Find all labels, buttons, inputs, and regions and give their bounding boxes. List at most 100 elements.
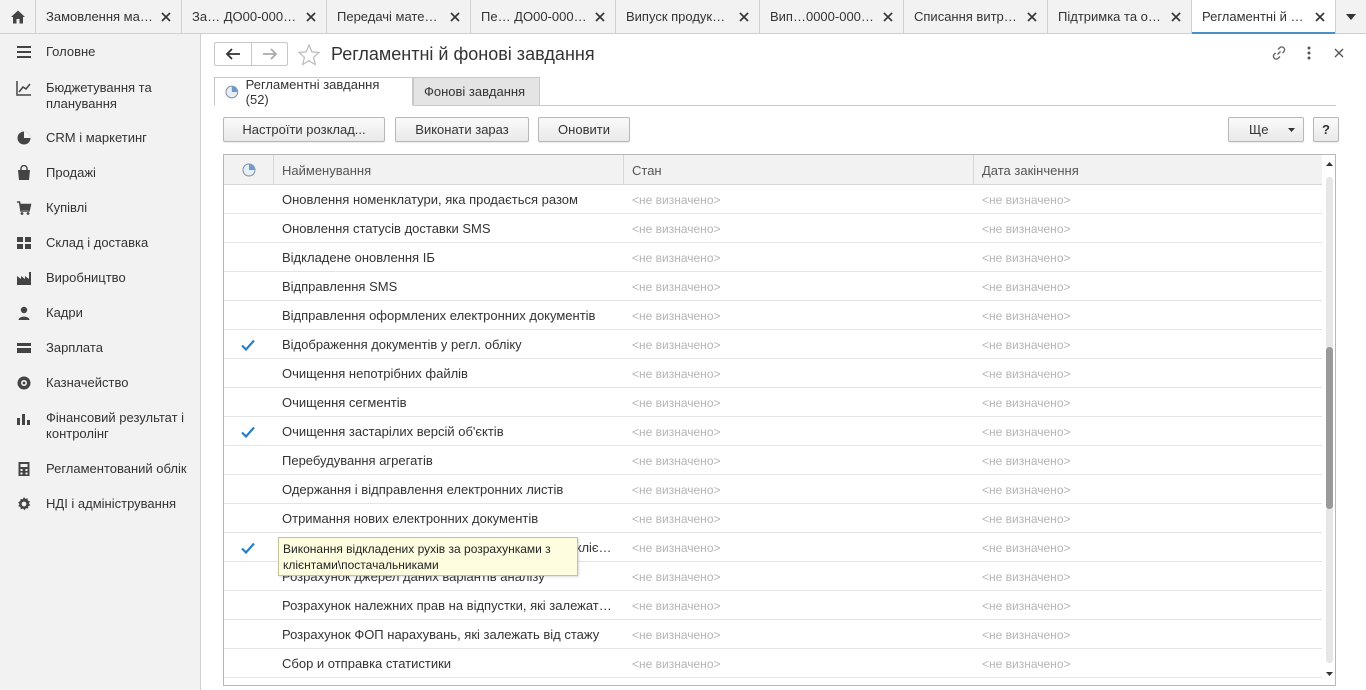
sidebar-item-warehouse[interactable]: Склад і доставка — [0, 235, 200, 251]
table-row[interactable]: Отримання нових електронних документів <н… — [224, 504, 1322, 533]
cell-date: <не визначено> — [982, 569, 1071, 584]
table-row[interactable]: Оновлення статусів доставки SMS <не визна… — [224, 214, 1322, 243]
refresh-button[interactable]: Оновити — [538, 117, 630, 142]
table-row[interactable]: Розрахунок ФОП нарахувань, які залежать … — [224, 620, 1322, 649]
sidebar-item-purchases[interactable]: Купівлі — [0, 200, 200, 216]
close-icon[interactable] — [737, 10, 751, 24]
close-icon[interactable] — [1169, 10, 1183, 24]
row-status-cell — [224, 562, 272, 591]
tab-label: Підтримка та об… — [1058, 9, 1163, 24]
vertical-scrollbar[interactable] — [1323, 155, 1335, 685]
header-state[interactable]: Стан — [624, 155, 974, 185]
close-icon[interactable] — [1330, 44, 1348, 62]
cell-date: <не визначено> — [982, 366, 1071, 381]
cell-state: <не визначено> — [632, 221, 721, 236]
home-button[interactable] — [0, 0, 36, 33]
scroll-up-icon[interactable] — [1323, 157, 1335, 171]
sidebar-item-main[interactable]: Головне — [0, 44, 200, 60]
table-row[interactable]: Очищення застарілих версій об'єктів <не в… — [224, 417, 1322, 446]
tab-order-doc[interactable]: За… ДО00-000007 — [182, 0, 327, 33]
cell-state: <не визначено> — [632, 598, 721, 613]
forward-button[interactable] — [251, 43, 287, 65]
sidebar-item-label: Регламентований облік — [46, 461, 187, 476]
table-row[interactable]: Одержання і відправлення електронних лис… — [224, 475, 1322, 504]
close-icon[interactable] — [881, 10, 895, 24]
sidebar-item-label: Фінансовий результат і контролінг — [46, 410, 185, 441]
tab-transfer-doc[interactable]: Пе… ДО00-000001 — [471, 0, 616, 33]
tab-scheduled-tasks[interactable]: Регламентні завдання (52) — [214, 76, 413, 107]
sidebar-item-financial-result[interactable]: Фінансовий результат і контролінг — [0, 410, 200, 442]
table-row[interactable]: Оновлення номенклатури, яка продається р… — [224, 185, 1322, 214]
tab-label: Випуск продукц… — [626, 9, 731, 24]
header-status-column[interactable] — [224, 155, 274, 185]
close-icon[interactable] — [159, 10, 173, 24]
cell-date: <не визначено> — [982, 424, 1071, 439]
menu-icon — [16, 44, 32, 60]
tabs-dropdown-button[interactable] — [1336, 0, 1366, 33]
page-title: Регламентні й фонові завдання — [331, 44, 595, 64]
close-icon[interactable] — [593, 10, 607, 24]
coin-icon — [16, 375, 32, 391]
link-icon[interactable] — [1270, 44, 1288, 62]
scheduled-tasks-table: Найменування Стан Дата закінчення Оновле… — [223, 154, 1336, 686]
cell-state: <не визначено> — [632, 482, 721, 497]
tab-production-doc[interactable]: Вип…0000-000001 — [760, 0, 904, 33]
cell-name: Відкладене оновлення ІБ — [282, 250, 435, 265]
table-row[interactable]: Розрахунок належних прав на відпустки, я… — [224, 591, 1322, 620]
table-row[interactable]: Перебудування агрегатів <не визначено> <не… — [224, 446, 1322, 475]
header-name[interactable]: Найменування — [274, 155, 624, 185]
tab-background-tasks[interactable]: Фонові завдання — [413, 77, 540, 106]
sidebar-item-budgeting[interactable]: Бюджетування та планування — [0, 80, 200, 112]
tab-orders[interactable]: Замовлення ма… — [36, 0, 182, 33]
close-icon[interactable] — [304, 10, 318, 24]
cell-state: <не визначено> — [632, 308, 721, 323]
sidebar-item-regulated-accounting[interactable]: Регламентований облік — [0, 461, 200, 477]
scroll-down-icon[interactable] — [1323, 667, 1335, 681]
sidebar-item-payroll[interactable]: Зарплата — [0, 340, 200, 356]
cell-name: Відправлення SMS — [282, 279, 398, 294]
close-icon[interactable] — [448, 10, 462, 24]
sidebar-item-label: Кадри — [46, 305, 83, 320]
run-now-button[interactable]: Виконати зараз — [395, 117, 529, 142]
close-icon[interactable] — [1313, 10, 1327, 24]
sidebar-item-hr[interactable]: Кадри — [0, 305, 200, 321]
more-vertical-icon[interactable] — [1300, 44, 1318, 62]
close-icon[interactable] — [1025, 10, 1039, 24]
cell-date: <не визначено> — [982, 221, 1071, 236]
sidebar-item-label: НДІ і адміністрування — [46, 496, 177, 511]
table-row[interactable]: Очищення сегментів <не визначено> <не визн… — [224, 388, 1322, 417]
header-end-date[interactable]: Дата закінчення — [974, 155, 1322, 185]
tab-production[interactable]: Випуск продукц… — [616, 0, 760, 33]
sidebar-item-admin[interactable]: НДІ і адміністрування — [0, 496, 200, 512]
calculator-icon — [16, 461, 32, 477]
table-row[interactable]: Відправлення SMS <не визначено> <не визнач… — [224, 272, 1322, 301]
sidebar-item-treasury[interactable]: Казначейство — [0, 375, 200, 391]
wallet-icon — [16, 340, 32, 356]
sidebar-item-sales[interactable]: Продажі — [0, 165, 200, 181]
table-row[interactable]: Відправлення оформлених електронних доку… — [224, 301, 1322, 330]
cell-name: Відображення документів у регл. обліку — [282, 337, 522, 352]
table-row[interactable]: Відображення документів у регл. обліку <н… — [224, 330, 1322, 359]
sidebar-item-crm[interactable]: CRM і маркетинг — [0, 130, 200, 146]
cell-state: <не визначено> — [632, 279, 721, 294]
schedule-button[interactable]: Настроїти розклад... — [223, 117, 385, 142]
cell-state: <не визначено> — [632, 192, 721, 207]
table-row[interactable]: Очищення непотрібних файлів <не визначено… — [224, 359, 1322, 388]
table-row[interactable]: Сбор и отправка статистики <не визначено>… — [224, 649, 1322, 678]
more-button[interactable]: Ще — [1228, 117, 1304, 142]
scroll-thumb[interactable] — [1326, 347, 1333, 509]
table-row[interactable]: Відкладене оновлення ІБ <не визначено> <не… — [224, 243, 1322, 272]
tab-writeoff[interactable]: Списання витра… — [904, 0, 1048, 33]
back-button[interactable] — [215, 43, 251, 65]
tab-scheduled-jobs[interactable]: Регламентні й ф… — [1192, 0, 1336, 34]
tab-label: Регламентні завдання (52) — [245, 76, 380, 107]
tab-transfers[interactable]: Передачі матері… — [327, 0, 471, 33]
tab-support[interactable]: Підтримка та об… — [1048, 0, 1192, 33]
sidebar: Головне Бюджетування та планування CRM і… — [0, 34, 201, 690]
favorite-star-icon[interactable] — [297, 43, 321, 67]
row-status-cell — [224, 649, 272, 678]
help-button[interactable]: ? — [1313, 117, 1339, 142]
tooltip: Виконання відкладених рухів за розрахунк… — [278, 537, 578, 576]
sidebar-item-production[interactable]: Виробництво — [0, 270, 200, 286]
cell-name: Розрахунок ФОП нарахувань, які залежать … — [282, 627, 600, 642]
